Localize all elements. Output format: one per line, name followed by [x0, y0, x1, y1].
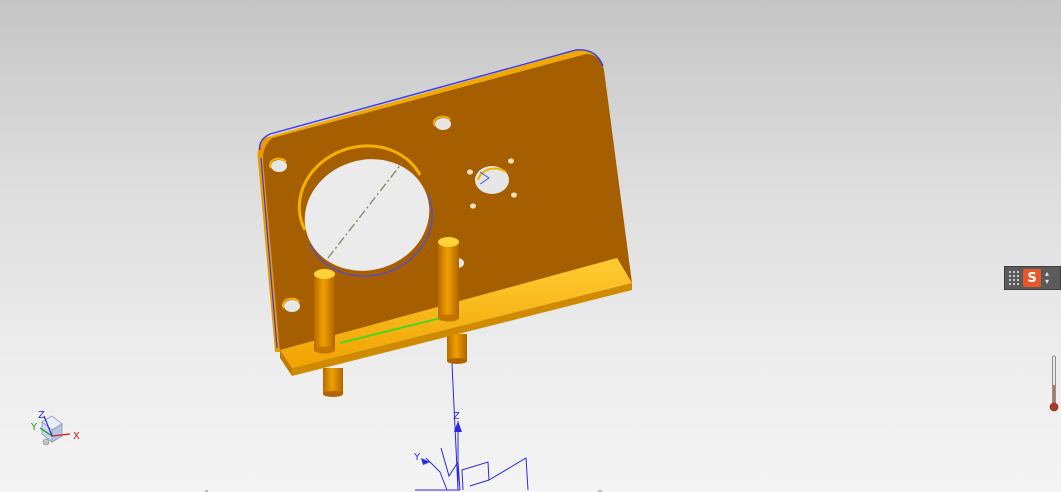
datum-y-label: Y	[413, 452, 421, 463]
graphics-viewport[interactable]: Z Y X Y Z S ▴ ▾	[0, 0, 1061, 492]
thermometer-icon[interactable]	[1049, 355, 1059, 413]
screw-hole	[511, 192, 517, 198]
datum-csys	[415, 342, 529, 491]
triad-z-label: Z	[38, 410, 45, 421]
screw-hole	[467, 169, 473, 175]
datum-y-arrow-icon	[421, 458, 430, 465]
drag-handle-icon[interactable]	[1008, 270, 1020, 286]
ime-menu-button[interactable]: ▴ ▾	[1045, 270, 1049, 286]
datum-z-label: Z	[453, 411, 460, 422]
sogou-ime-icon[interactable]: S	[1023, 269, 1041, 287]
model-scene[interactable]: Z Y X Y Z	[0, 0, 1061, 492]
chevron-down-icon: ▾	[1045, 277, 1050, 286]
triad-y-label: Y	[30, 422, 38, 433]
pin-left[interactable]	[314, 269, 335, 354]
ime-toolbar[interactable]: S ▴ ▾	[1004, 266, 1061, 290]
screw-hole	[470, 203, 476, 209]
screw-hole	[508, 158, 514, 164]
triad-x-label: X	[73, 431, 80, 442]
pin-left-lower[interactable]	[323, 368, 343, 397]
pin-right[interactable]	[438, 237, 459, 322]
pin-right-lower[interactable]	[447, 334, 467, 364]
